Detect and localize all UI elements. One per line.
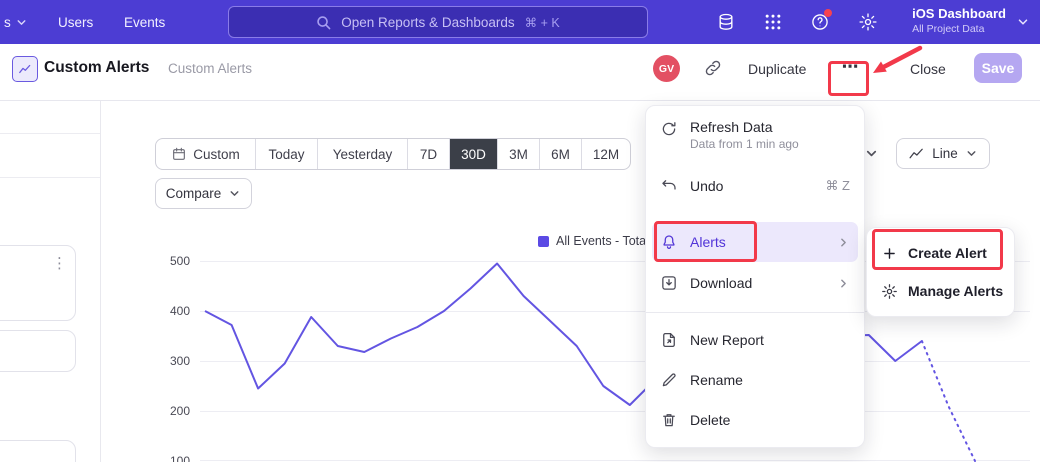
search-bar[interactable]: Open Reports & Dashboards ⌘ + K <box>228 6 648 38</box>
y-axis-tick: 300 <box>158 353 190 369</box>
range-6m[interactable]: 6M <box>540 139 582 169</box>
more-options-button[interactable]: ⋯ <box>837 54 863 80</box>
duplicate-button[interactable]: Duplicate <box>748 57 806 81</box>
chevron-right-icon <box>837 236 850 249</box>
menu-divider <box>646 312 864 313</box>
submenu-item-manage-alerts[interactable]: Manage Alerts <box>867 272 1014 310</box>
range-label: Custom <box>193 147 240 162</box>
data-management-icon[interactable] <box>716 12 736 32</box>
notification-dot <box>824 9 832 17</box>
nav-item-events[interactable]: Events <box>124 0 165 44</box>
chevron-down-icon[interactable] <box>1016 15 1030 29</box>
legend-label: All Events - Total <box>556 234 649 248</box>
range-12m[interactable]: 12M <box>582 139 630 169</box>
breadcrumb: Custom Alerts <box>168 57 252 81</box>
sidebar-card[interactable] <box>0 440 76 462</box>
range-today[interactable]: Today <box>256 139 318 169</box>
report-header: Custom Alerts Custom Alerts GV Duplicate… <box>0 44 1040 101</box>
nav-item-users[interactable]: Users <box>58 0 93 44</box>
report-chart-icon <box>12 56 38 82</box>
project-switcher[interactable]: iOS Dashboard All Project Data <box>912 5 1006 36</box>
chart-type-button[interactable]: Line <box>896 138 990 169</box>
plus-icon <box>881 245 898 262</box>
menu-item-label: Refresh Data <box>690 119 799 135</box>
undo-icon <box>660 177 678 195</box>
sidebar-card[interactable] <box>0 330 76 372</box>
range-7d[interactable]: 7D <box>408 139 450 169</box>
project-subtitle: All Project Data <box>912 22 984 36</box>
new-report-icon <box>660 331 678 349</box>
kebab-menu-icon[interactable]: ⋮ <box>52 254 67 272</box>
range-3m[interactable]: 3M <box>498 139 540 169</box>
chevron-right-icon <box>837 277 850 290</box>
legend-swatch <box>538 236 549 247</box>
menu-item-label: Download <box>690 275 752 291</box>
y-axis-tick: 100 <box>158 453 190 462</box>
trash-icon <box>660 411 678 429</box>
compare-label: Compare <box>166 186 222 201</box>
search-icon <box>316 15 331 30</box>
menu-item-new-report[interactable]: New Report <box>646 320 864 360</box>
range-custom[interactable]: Custom <box>156 139 256 169</box>
range-30d-selected[interactable]: 30D <box>450 139 498 169</box>
compare-button[interactable]: Compare <box>155 178 252 209</box>
pencil-icon <box>660 371 678 389</box>
menu-item-label: Rename <box>690 372 743 388</box>
apps-grid-icon[interactable] <box>763 12 783 32</box>
menu-item-label: New Report <box>690 332 764 348</box>
submenu-item-label: Manage Alerts <box>908 283 1003 299</box>
chart-type-label: Line <box>932 146 958 161</box>
menu-item-shortcut: ⌘ Z <box>825 178 850 194</box>
app-screen: 500 400 300 200 100 All Events - Total ⋮… <box>0 0 1040 462</box>
menu-item-sublabel: Data from 1 min ago <box>690 137 799 151</box>
sidebar-card[interactable]: ⋮ <box>0 245 76 321</box>
search-placeholder: Open Reports & Dashboards <box>341 15 514 30</box>
chevron-down-icon <box>15 16 28 29</box>
project-name: iOS Dashboard <box>912 5 1006 22</box>
menu-item-refresh-data[interactable]: Refresh Data Data from 1 min ago <box>646 110 864 162</box>
chevron-down-icon[interactable] <box>864 146 879 161</box>
y-axis-tick: 500 <box>158 253 190 269</box>
y-axis-tick: 400 <box>158 303 190 319</box>
gear-icon[interactable] <box>858 12 878 32</box>
search-shortcut: ⌘ + K <box>525 15 560 30</box>
sidebar-divider <box>0 177 100 178</box>
submenu-item-label: Create Alert <box>908 245 987 261</box>
avatar[interactable]: GV <box>653 55 680 82</box>
refresh-icon <box>660 120 678 138</box>
page-title: Custom Alerts <box>44 55 149 81</box>
save-button[interactable]: Save <box>974 53 1022 83</box>
menu-item-label: Undo <box>690 178 723 194</box>
gear-icon <box>881 283 898 300</box>
date-range-control: Custom Today Yesterday 7D 30D 3M 6M 12M <box>155 138 631 170</box>
alerts-submenu: Create Alert Manage Alerts <box>866 227 1015 317</box>
link-icon[interactable] <box>703 58 723 78</box>
y-axis-tick: 200 <box>158 403 190 419</box>
context-menu: Refresh Data Data from 1 min ago Undo ⌘ … <box>645 105 865 448</box>
menu-item-undo[interactable]: Undo ⌘ Z <box>646 166 864 206</box>
close-button[interactable]: Close <box>910 57 946 81</box>
chevron-down-icon <box>965 147 978 160</box>
menu-item-delete[interactable]: Delete <box>646 400 864 440</box>
line-chart-icon <box>908 145 925 162</box>
menu-item-label: Delete <box>690 412 730 428</box>
sidebar: ⋮ <box>0 100 101 462</box>
chart-legend: All Events - Total <box>538 234 649 248</box>
download-icon <box>660 274 678 292</box>
nav-item-partial[interactable]: s <box>4 0 28 44</box>
calendar-icon <box>171 146 187 162</box>
submenu-item-create-alert[interactable]: Create Alert <box>867 234 1014 272</box>
chevron-down-icon <box>228 187 241 200</box>
menu-item-download[interactable]: Download <box>646 263 864 303</box>
top-navbar: s Users Events Open Reports & Dashboards… <box>0 0 1040 44</box>
menu-item-rename[interactable]: Rename <box>646 360 864 400</box>
range-yesterday[interactable]: Yesterday <box>318 139 408 169</box>
bell-icon <box>660 233 678 251</box>
menu-item-label: Alerts <box>690 234 726 250</box>
menu-item-alerts[interactable]: Alerts <box>652 222 858 262</box>
sidebar-divider <box>0 133 100 134</box>
